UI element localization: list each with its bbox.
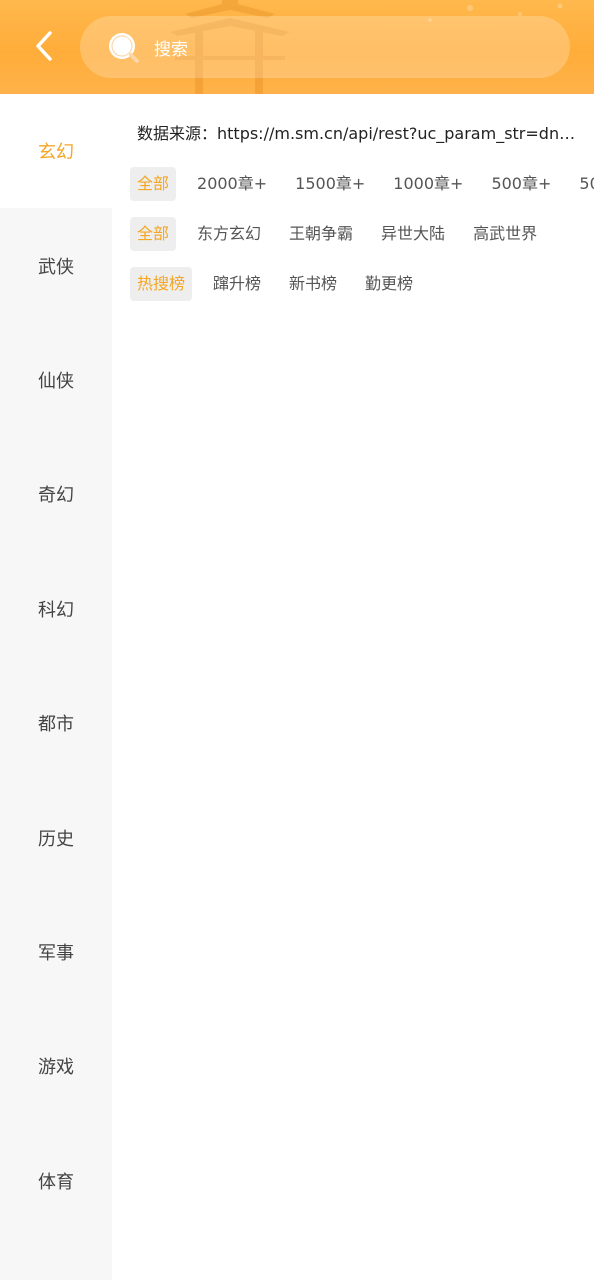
sidebar-item-junshi[interactable]: 军事 (0, 895, 112, 1009)
filter-length-all[interactable]: 全部 (130, 167, 177, 201)
chevron-left-icon (36, 31, 52, 61)
filter-rank-new[interactable]: 新书榜 (282, 267, 344, 301)
filter-genre-dongfang[interactable]: 东方玄幻 (190, 217, 268, 251)
filter-rank-frequent[interactable]: 勤更榜 (358, 267, 420, 301)
content-panel: 数据来源：https://m.sm.cn/api/rest?uc_param_s… (112, 94, 594, 1280)
filter-length-under-500[interactable]: 500章以下 (572, 167, 594, 201)
filter-length-1500[interactable]: 1500章+ (288, 167, 372, 201)
filter-length-1000[interactable]: 1000章+ (386, 167, 470, 201)
rank-filter-row: 热搜榜 蹿升榜 新书榜 勤更榜 (130, 267, 434, 301)
filter-length-2000[interactable]: 2000章+ (190, 167, 274, 201)
top-bar: 搜索 (0, 0, 594, 94)
sidebar-item-tiyu[interactable]: 体育 (0, 1124, 112, 1238)
filter-genre-all[interactable]: 全部 (130, 217, 177, 251)
search-icon (109, 33, 139, 63)
sidebar-item-xuanhuan[interactable]: 玄幻 (0, 94, 112, 209)
sidebar-item-qihuan[interactable]: 奇幻 (0, 437, 112, 551)
filter-genre-wangchao[interactable]: 王朝争霸 (282, 217, 360, 251)
sidebar-item-kehuan[interactable]: 科幻 (0, 552, 112, 666)
filter-length-500[interactable]: 500章+ (484, 167, 558, 201)
filter-rank-rising[interactable]: 蹿升榜 (206, 267, 268, 301)
filter-rank-hot[interactable]: 热搜榜 (130, 267, 193, 301)
category-sidebar: 玄幻 武侠 仙侠 奇幻 科幻 都市 历史 军事 游戏 体育 (0, 94, 112, 1280)
genre-filter-row: 全部 东方玄幻 王朝争霸 异世大陆 高武世界 (130, 217, 558, 251)
length-filter-row: 全部 2000章+ 1500章+ 1000章+ 500章+ 500章以下 (130, 167, 594, 201)
sidebar-item-xianxia[interactable]: 仙侠 (0, 323, 112, 437)
data-source-text: 数据来源：https://m.sm.cn/api/rest?uc_param_s… (137, 124, 577, 143)
search-placeholder: 搜索 (154, 40, 188, 60)
filter-genre-yishi[interactable]: 异世大陆 (374, 217, 452, 251)
sidebar-item-wuxia[interactable]: 武侠 (0, 208, 112, 322)
sidebar-item-youxi[interactable]: 游戏 (0, 1009, 112, 1123)
sidebar-item-dushi[interactable]: 都市 (0, 666, 112, 780)
filter-genre-gaowu[interactable]: 高武世界 (466, 217, 544, 251)
back-button[interactable] (24, 24, 64, 68)
sidebar-item-lishi[interactable]: 历史 (0, 780, 112, 894)
search-input[interactable]: 搜索 (80, 16, 570, 78)
